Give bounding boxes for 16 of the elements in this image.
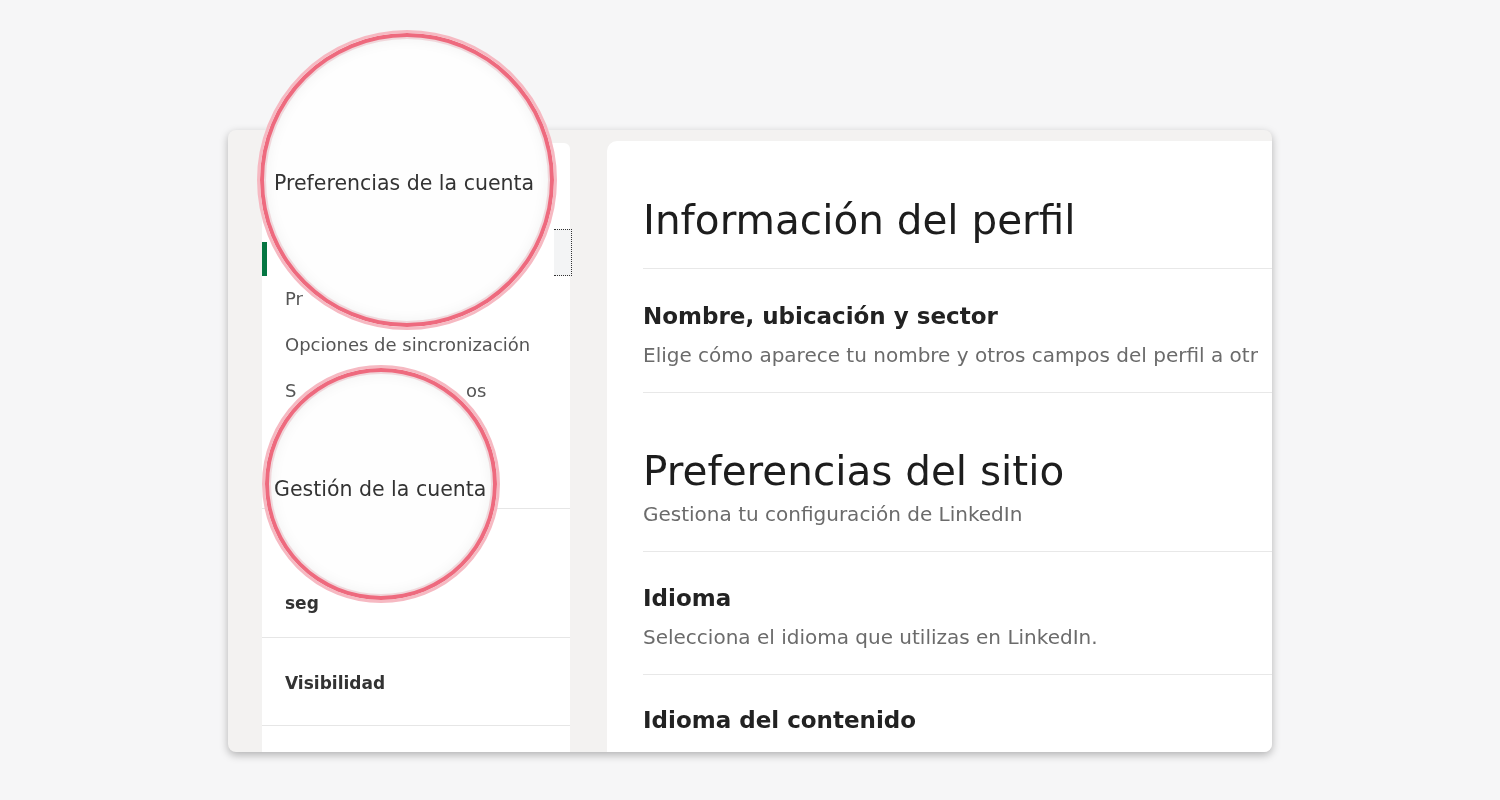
section-title: Preferencias del sitio [643,447,1065,495]
sidebar-item[interactable]: S [285,384,297,398]
setting-description: Selecciona el idioma que utilizas en LinkedIn. [643,624,1098,650]
sidebar-section-link[interactable]: seg [285,595,319,611]
sidebar-section-link[interactable]: Visibilidad [285,675,386,691]
magnified-label: Gestión de la cuenta [274,477,487,501]
section-title: Información del perfil [643,196,1076,244]
section-subtitle: Gestiona tu configuración de LinkedIn [643,501,1023,527]
setting-description: Elige cómo aparece tu nombre y otros campos del perfil a otr [643,342,1258,368]
setting-title[interactable]: Idioma del contenido [643,705,917,735]
setting-title[interactable]: Nombre, ubicación y sector [643,301,998,331]
sidebar-item[interactable]: Pr [285,291,303,307]
sidebar-item[interactable]: Opciones de sincronización [285,337,531,353]
setting-title[interactable]: Idioma [643,583,732,613]
magnified-label: Preferencias de la cuenta [274,171,535,195]
sidebar-item[interactable]: os [466,384,487,398]
